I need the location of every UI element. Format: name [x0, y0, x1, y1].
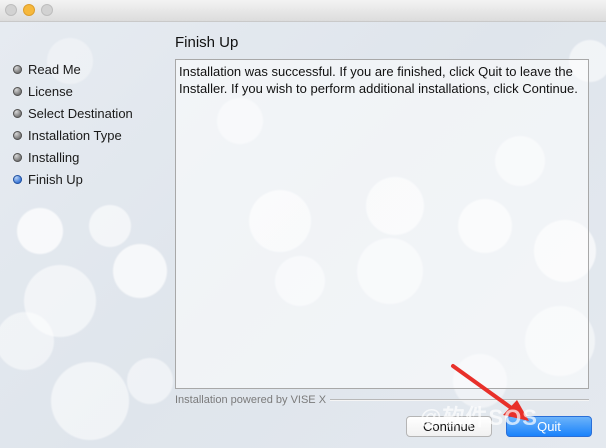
title-bar	[0, 0, 606, 22]
installer-steps-sidebar: Read Me License Select Destination Insta…	[13, 58, 133, 190]
sidebar-item-installation-type: Installation Type	[13, 124, 133, 146]
footer-divider	[330, 399, 589, 401]
minimize-window-button[interactable]	[23, 4, 35, 16]
zoom-window-button[interactable]	[41, 4, 53, 16]
continue-button[interactable]: Continue	[406, 416, 492, 437]
sidebar-item-label: Select Destination	[28, 105, 133, 121]
sidebar-item-read-me: Read Me	[13, 58, 133, 80]
powered-by-label: Installation powered by VISE X	[175, 394, 327, 406]
sidebar-item-installing: Installing	[13, 146, 133, 168]
step-bullet-icon	[13, 108, 22, 118]
current-step-bullet-icon	[13, 174, 22, 184]
quit-button[interactable]: Quit	[506, 416, 592, 437]
sidebar-item-license: License	[13, 80, 133, 102]
close-window-button[interactable]	[5, 4, 17, 16]
powered-by-footer: Installation powered by VISE X	[175, 394, 589, 406]
sidebar-item-label: License	[28, 83, 73, 99]
sidebar-item-select-destination: Select Destination	[13, 102, 133, 124]
sidebar-item-finish-up: Finish Up	[13, 168, 133, 190]
step-bullet-icon	[13, 64, 22, 74]
sidebar-item-label: Installation Type	[28, 127, 122, 143]
sidebar-item-label: Installing	[28, 149, 80, 165]
step-bullet-icon	[13, 130, 22, 140]
installer-window: Read Me License Select Destination Insta…	[0, 0, 606, 448]
sidebar-item-label: Finish Up	[28, 171, 83, 187]
page-title: Finish Up	[175, 34, 239, 51]
message-text-area[interactable]: Installation was successful. If you are …	[175, 59, 589, 389]
success-message: Installation was successful. If you are …	[179, 64, 578, 96]
sidebar-item-label: Read Me	[28, 61, 81, 77]
step-bullet-icon	[13, 86, 22, 96]
step-bullet-icon	[13, 152, 22, 162]
